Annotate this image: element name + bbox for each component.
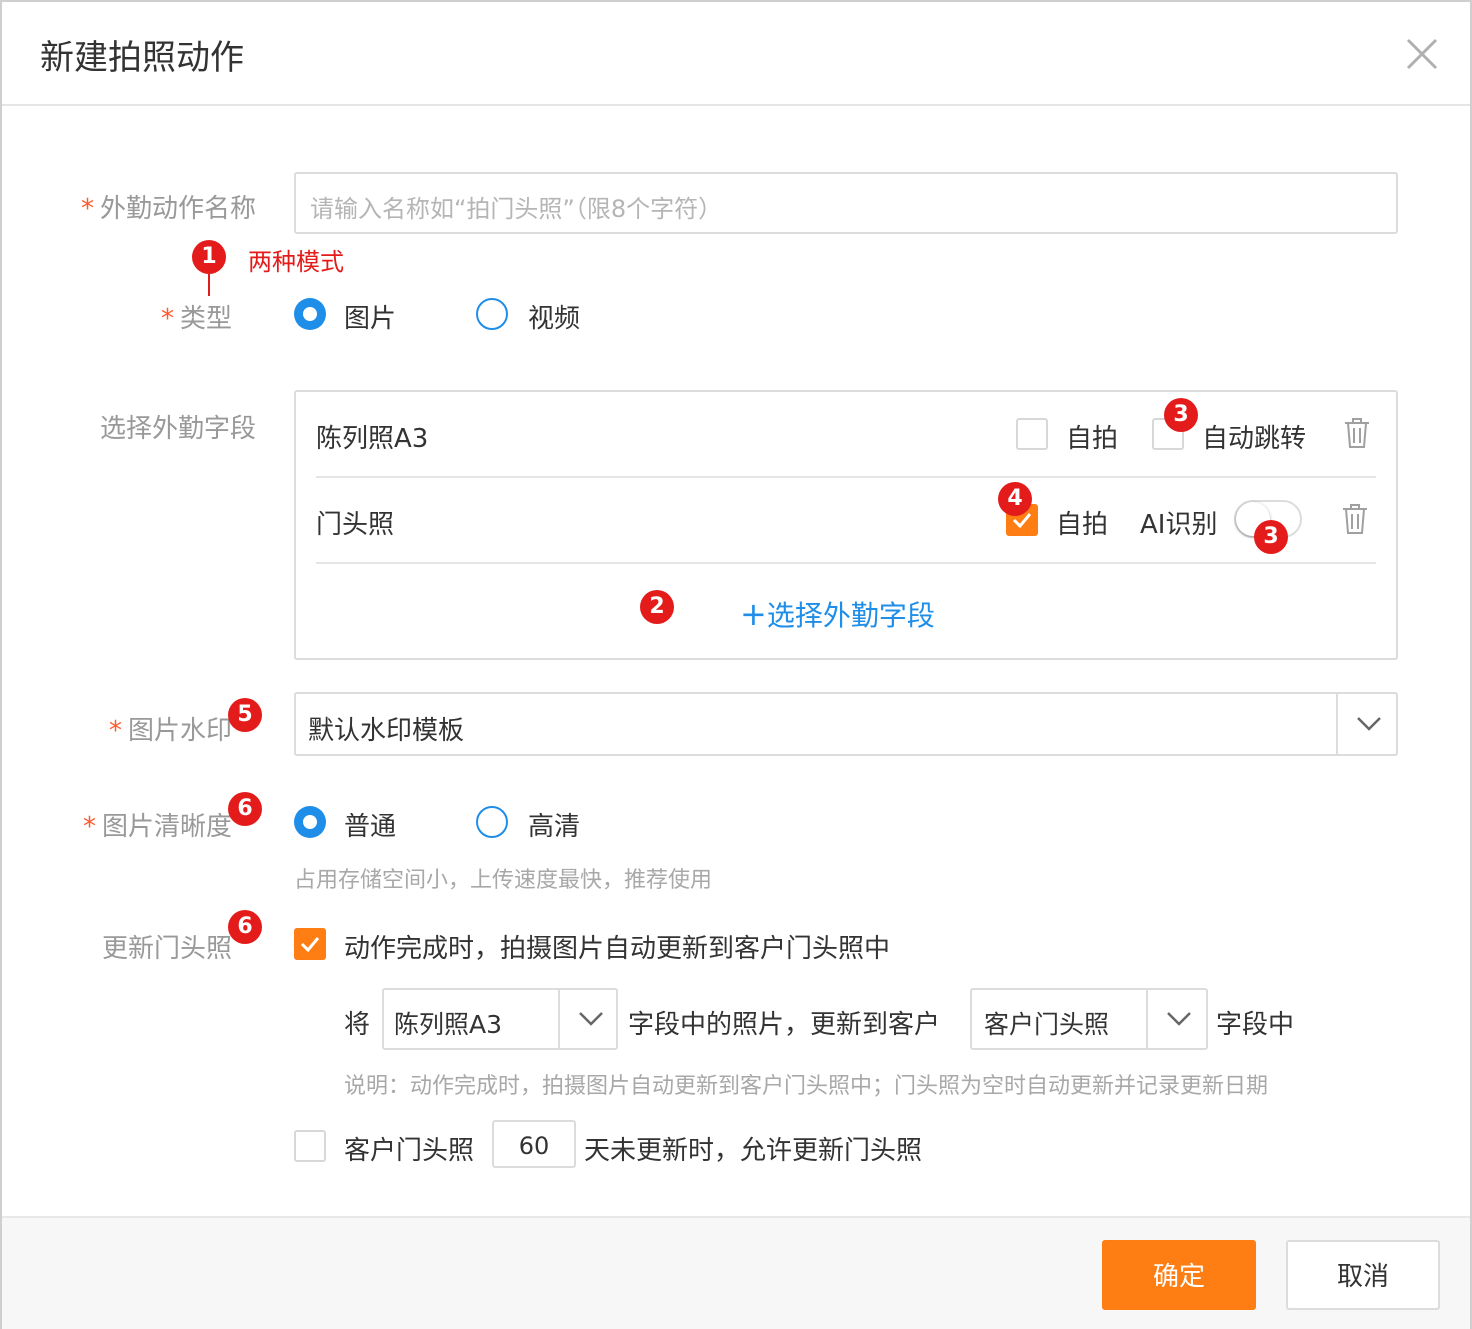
type-radio-image[interactable] [294,298,326,330]
field-row-name: 门头照 [316,510,395,540]
days-rule-prefix: 客户门头照 [344,1136,475,1166]
source-field-select[interactable]: 陈列照A3 [382,988,618,1050]
close-icon[interactable] [1402,34,1442,74]
sentence-prefix: 将 [344,1010,371,1040]
annotation-badge-4: 4 [998,482,1032,516]
days-rule-checkbox[interactable] [294,1130,326,1162]
days-rule-suffix: 天未更新时，允许更新门头照 [584,1136,923,1166]
target-field-value: 客户门头照 [984,1010,1110,1039]
chevron-down-icon[interactable] [1146,990,1208,1048]
action-name-placeholder: 请输入名称如“拍门头照”（限8个字符） [310,195,723,223]
dialog-header: 新建拍照动作 [2,2,1470,106]
update-photo-label: 更新门头照 [101,934,232,964]
annotation-badge-5: 5 [228,698,262,732]
clarity-radio-normal[interactable] [294,806,326,838]
target-field-select[interactable]: 客户门头照 [970,988,1208,1050]
annotation-line [208,274,210,296]
update-photo-note: 说明：动作完成时，拍摄图片自动更新到客户门头照中；门头照为空时自动更新并记录更新… [344,1074,1269,1099]
chevron-down-icon[interactable] [1336,694,1398,754]
clarity-hint: 占用存储空间小，上传速度最快，推荐使用 [294,868,713,893]
annotation-badge-3: 3 [1254,520,1288,554]
clarity-radio-hd[interactable] [476,806,508,838]
selfie-checkbox-row1[interactable] [1016,418,1048,450]
action-name-label: * 外勤动作名称 [80,194,256,224]
annotation-badge-6: 6 [228,792,262,826]
update-photo-checkbox-label: 动作完成时，拍摄图片自动更新到客户门头照中 [344,934,891,964]
sentence-suffix: 字段中 [1216,1010,1295,1040]
sentence-middle: 字段中的照片，更新到客户 [628,1010,941,1040]
watermark-label: * 图片水印 [108,716,232,746]
plus-icon: + [740,595,767,633]
watermark-select[interactable]: 默认水印模板 [294,692,1398,756]
type-label: * 类型 [160,304,232,334]
field-row-name: 陈列照A3 [316,424,429,454]
watermark-value: 默认水印模板 [308,716,465,746]
trash-icon[interactable] [1342,416,1372,454]
selfie-label-row1: 自拍 [1066,424,1119,454]
add-field-link[interactable]: +选择外勤字段 [740,594,935,634]
action-name-input[interactable]: 请输入名称如“拍门头照”（限8个字符） [294,172,1398,234]
cancel-button[interactable]: 取消 [1286,1240,1440,1310]
field-select-label: 选择外勤字段 [99,414,256,444]
chevron-down-icon[interactable] [558,990,620,1048]
confirm-button[interactable]: 确定 [1102,1240,1256,1310]
dialog-footer: 确定 取消 [2,1216,1470,1329]
annotation-badge-1: 1 [192,240,226,274]
type-radio-video[interactable] [476,298,508,330]
trash-icon[interactable] [1340,502,1370,540]
selfie-label-row2: 自拍 [1056,510,1109,540]
annotation-text-two-modes: 两种模式 [248,248,344,276]
source-field-value: 陈列照A3 [394,1010,503,1039]
row-divider [316,562,1376,564]
type-option-image: 图片 [344,304,397,334]
clarity-option-normal: 普通 [344,812,397,842]
clarity-option-hd: 高清 [528,812,581,842]
new-photo-action-dialog: 新建拍照动作 * 外勤动作名称 请输入名称如“拍门头照”（限8个字符） 1 两种模… [0,0,1472,1329]
type-option-video: 视频 [528,304,581,334]
annotation-badge-2: 2 [640,590,674,624]
auto-jump-label: 自动跳转 [1202,424,1307,454]
annotation-badge-6: 6 [228,910,262,944]
update-photo-checkbox[interactable] [294,928,326,960]
clarity-label: * 图片清晰度 [82,812,232,842]
row-divider [316,476,1376,478]
days-input[interactable]: 60 [492,1120,576,1168]
ai-recognition-label: AI识别 [1140,510,1218,540]
annotation-badge-3: 3 [1164,398,1198,432]
days-value: 60 [518,1132,550,1160]
dialog-title: 新建拍照动作 [40,38,244,78]
